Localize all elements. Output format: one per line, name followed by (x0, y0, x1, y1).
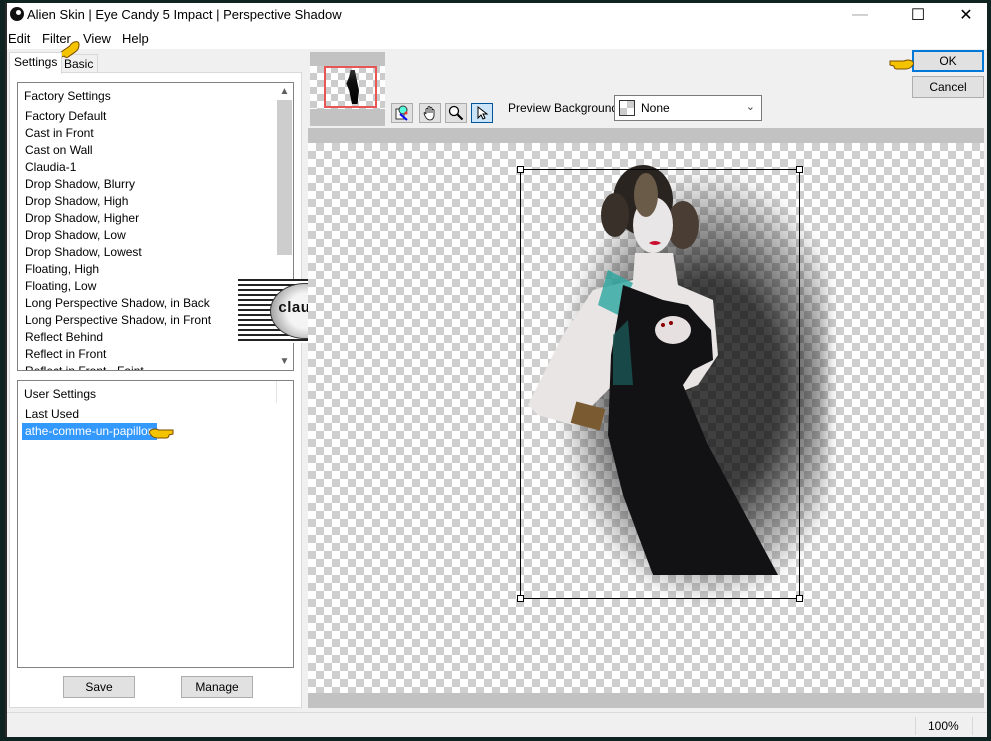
hand-tool-button[interactable] (419, 103, 441, 123)
list-item[interactable]: Reflect Behind (24, 329, 104, 346)
header-divider (276, 381, 277, 403)
resize-handle-top-right[interactable] (796, 166, 803, 173)
resize-handle-bottom-left[interactable] (517, 595, 524, 602)
chevron-down-icon: ⌄ (745, 101, 755, 113)
menu-help[interactable]: Help (122, 31, 149, 46)
list-item[interactable]: Cast on Wall (24, 142, 94, 159)
scroll-up-icon[interactable]: ▲ (276, 83, 293, 100)
manage-button[interactable]: Manage (181, 676, 253, 698)
scrollbar-thumb[interactable] (277, 100, 292, 255)
preview-background-select[interactable]: None ⌄ (614, 95, 762, 121)
factory-settings-header: Factory Settings (24, 89, 111, 103)
save-button[interactable]: Save (63, 676, 135, 698)
close-button[interactable]: ✕ (943, 3, 989, 27)
list-item[interactable]: Claudia-1 (24, 159, 77, 176)
menu-view[interactable]: View (83, 31, 111, 46)
maximize-button[interactable]: ☐ (895, 3, 941, 27)
list-item[interactable]: Drop Shadow, Lowest (24, 244, 143, 261)
tab-settings[interactable]: Settings (9, 52, 63, 74)
preview-compare-button[interactable] (391, 103, 413, 123)
pointing-hand-icon (889, 59, 914, 70)
window-title: Alien Skin | Eye Candy 5 Impact | Perspe… (27, 7, 342, 22)
cancel-button[interactable]: Cancel (912, 76, 984, 98)
magnifier-icon (448, 105, 464, 121)
list-item[interactable]: Cast in Front (24, 125, 95, 142)
list-item[interactable]: Floating, High (24, 261, 100, 278)
list-item[interactable]: Drop Shadow, High (24, 193, 129, 210)
list-item-last-used[interactable]: Last Used (24, 406, 80, 423)
zoom-tool-button[interactable] (445, 103, 467, 123)
list-item[interactable]: Factory Default (24, 108, 107, 125)
compare-icon (395, 105, 408, 121)
pointer-icon (477, 105, 489, 120)
zoom-level: 100% (915, 717, 973, 735)
list-item-selected[interactable]: athe-comme-un-papillon (22, 423, 158, 440)
menu-edit[interactable]: Edit (8, 31, 30, 46)
transparency-checkerboard (308, 143, 984, 693)
user-settings-header: User Settings (24, 387, 97, 401)
list-item[interactable]: Drop Shadow, Blurry (24, 176, 136, 193)
list-item[interactable]: Drop Shadow, Higher (24, 210, 140, 227)
title-bar: Alien Skin | Eye Candy 5 Impact | Perspe… (7, 3, 987, 27)
preview-canvas[interactable] (308, 128, 984, 708)
selection-bounding-box[interactable] (517, 166, 803, 602)
settings-panel: Factory Settings Factory Default Cast in… (9, 72, 302, 708)
list-item[interactable]: Drop Shadow, Low (24, 227, 127, 244)
eye-candy-window: Alien Skin | Eye Candy 5 Impact | Perspe… (5, 3, 987, 737)
resize-handle-bottom-right[interactable] (796, 595, 803, 602)
transparent-swatch-icon (619, 100, 635, 116)
menu-bar: Edit Filter View Help (7, 27, 987, 49)
list-item[interactable]: Floating, Low (24, 278, 97, 295)
status-bar: 100% (7, 712, 987, 737)
preview-background-value: None (641, 101, 670, 115)
pointer-tool-button[interactable] (471, 103, 493, 123)
list-item[interactable]: Long Perspective Shadow, in Front (24, 312, 212, 329)
preview-background-label: Preview Background: (508, 101, 622, 115)
alien-skin-app-icon (10, 7, 24, 21)
ok-button[interactable]: OK (912, 50, 984, 72)
list-item[interactable]: Long Perspective Shadow, in Back (24, 295, 211, 312)
scroll-down-icon[interactable]: ▼ (276, 353, 293, 370)
minimize-button[interactable]: — (837, 3, 883, 27)
preview-navigator[interactable] (310, 52, 385, 126)
list-item[interactable]: Reflect in Front (24, 346, 107, 363)
list-item[interactable]: Reflect in Front - Faint (24, 363, 145, 370)
resize-handle-top-left[interactable] (517, 166, 524, 173)
hand-tool-icon (423, 106, 435, 121)
pointing-hand-icon (149, 428, 174, 439)
